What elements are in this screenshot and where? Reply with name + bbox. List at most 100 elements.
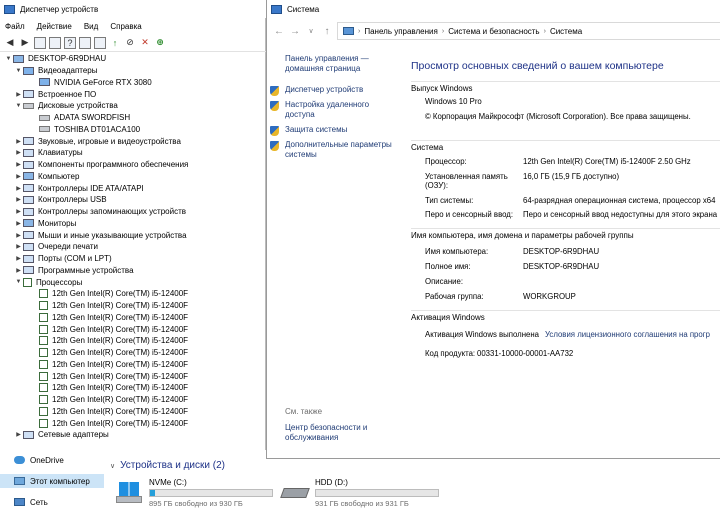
tree-item[interactable]: ADATA SWORDFISH: [0, 112, 266, 124]
tree-item[interactable]: ▼ Дисковые устройства: [0, 100, 266, 112]
menu-file[interactable]: Файл: [5, 22, 25, 31]
disable-device-icon[interactable]: ⊘: [124, 37, 136, 49]
chevron-down-icon[interactable]: ▼: [4, 56, 13, 62]
forward-arrow-icon[interactable]: →: [289, 26, 301, 37]
tree-item[interactable]: ▼ Процессоры: [0, 276, 266, 288]
breadcrumb-control-panel[interactable]: Панель управления: [364, 27, 438, 36]
tree-item[interactable]: 12th Gen Intel(R) Core(TM) i5-12400F: [0, 359, 266, 371]
chevron-down-icon[interactable]: ∨: [305, 27, 317, 35]
uninstall-device-icon[interactable]: ✕: [139, 37, 151, 49]
back-arrow-icon[interactable]: ◀: [4, 37, 16, 49]
add-hardware-icon[interactable]: ⊕: [154, 37, 166, 49]
tree-item[interactable]: ▶ Клавиатуры: [0, 147, 266, 159]
show-hide-tree-icon[interactable]: [34, 36, 46, 49]
processor-icon: [39, 336, 48, 346]
tree-item[interactable]: NVIDIA GeForce RTX 3080: [0, 77, 266, 89]
chevron-down-icon: ∨: [110, 462, 116, 470]
menu-view[interactable]: Вид: [84, 22, 98, 31]
tree-item[interactable]: TOSHIBA DT01ACA100: [0, 124, 266, 136]
link-security-center[interactable]: Центр безопасности и обслуживания: [285, 423, 397, 443]
breadcrumb[interactable]: › Панель управления › Система и безопасн…: [337, 22, 720, 40]
chevron-down-icon[interactable]: ▼: [14, 103, 23, 109]
chevron-right-icon[interactable]: ▶: [14, 431, 23, 438]
drive-c[interactable]: NVMe (C:) 895 ГБ свободно из 930 ГБ: [116, 478, 276, 510]
chevron-right-icon[interactable]: ▶: [14, 91, 23, 98]
tree-item[interactable]: ▶ Контроллеры запоминающих устройств: [0, 206, 266, 218]
tree-item[interactable]: ▼ DESKTOP-6R9DHAU: [0, 53, 266, 65]
scan-hardware-icon[interactable]: [94, 36, 106, 49]
tree-item-label: 12th Gen Intel(R) Core(TM) i5-12400F: [52, 324, 189, 334]
tree-item[interactable]: 12th Gen Intel(R) Core(TM) i5-12400F: [0, 300, 266, 312]
chevron-right-icon[interactable]: ▶: [14, 173, 23, 180]
breadcrumb-security[interactable]: Система и безопасность: [448, 27, 539, 36]
tree-item[interactable]: ▶ Программные устройства: [0, 265, 266, 277]
tree-item[interactable]: 12th Gen Intel(R) Core(TM) i5-12400F: [0, 288, 266, 300]
tree-item[interactable]: ▶ Компоненты программного обеспечения: [0, 159, 266, 171]
disk-icon: [23, 102, 34, 109]
window-title: Диспетчер устройств: [20, 4, 99, 14]
breadcrumb-system[interactable]: Система: [550, 27, 582, 36]
chevron-right-icon[interactable]: ▶: [14, 149, 23, 156]
up-arrow-icon[interactable]: ↑: [321, 26, 333, 37]
tree-item-label: 12th Gen Intel(R) Core(TM) i5-12400F: [52, 312, 189, 322]
tree-item[interactable]: ▶ Контроллеры USB: [0, 194, 266, 206]
tree-item[interactable]: ▶ Звуковые, игровые и видеоустройства: [0, 135, 266, 147]
link-system-protection[interactable]: Защита системы: [270, 125, 397, 136]
chevron-right-icon[interactable]: ▶: [14, 243, 23, 250]
help-icon[interactable]: ?: [64, 36, 76, 49]
chevron-right-icon[interactable]: ▶: [14, 220, 23, 227]
properties-icon[interactable]: [49, 36, 61, 49]
chevron-right-icon[interactable]: ▶: [14, 232, 23, 239]
nav-onedrive[interactable]: OneDrive: [0, 453, 104, 467]
link-device-manager[interactable]: Диспетчер устройств: [270, 85, 397, 96]
license-terms-link[interactable]: Условия лицензионного соглашения на прог…: [545, 330, 710, 339]
devices-header[interactable]: ∨ Устройства и диски (2): [110, 460, 225, 471]
chevron-right-icon[interactable]: ▶: [14, 255, 23, 262]
tree-item[interactable]: 12th Gen Intel(R) Core(TM) i5-12400F: [0, 347, 266, 359]
tree-item[interactable]: ▼ Видеоадаптеры: [0, 65, 266, 77]
display-adapter-icon: [39, 78, 50, 87]
forward-arrow-icon[interactable]: ▶: [19, 37, 31, 49]
drive-d[interactable]: HDD (D:) 931 ГБ свободно из 931 ГБ: [280, 478, 442, 510]
computer-icon: [23, 219, 34, 228]
back-arrow-icon[interactable]: ←: [273, 26, 285, 37]
menu-action[interactable]: Действие: [37, 22, 72, 31]
tree-item[interactable]: 12th Gen Intel(R) Core(TM) i5-12400F: [0, 312, 266, 324]
tree-item[interactable]: ▶ Компьютер: [0, 171, 266, 183]
tree-item[interactable]: ▶ Мыши и иные указывающие устройства: [0, 229, 266, 241]
tree-item[interactable]: ▶ Контроллеры IDE ATA/ATAPI: [0, 182, 266, 194]
chevron-right-icon[interactable]: ▶: [14, 208, 23, 215]
link-advanced-settings[interactable]: Дополнительные параметры системы: [270, 140, 397, 160]
nav-this-pc[interactable]: Этот компьютер: [0, 474, 104, 488]
chevron-right-icon[interactable]: ▶: [14, 185, 23, 192]
tree-item[interactable]: 12th Gen Intel(R) Core(TM) i5-12400F: [0, 370, 266, 382]
tree-item-label: Программные устройства: [38, 265, 134, 275]
chevron-down-icon[interactable]: ▼: [14, 279, 23, 285]
tree-item[interactable]: 12th Gen Intel(R) Core(TM) i5-12400F: [0, 382, 266, 394]
menu-help[interactable]: Справка: [110, 22, 141, 31]
chevron-right-icon[interactable]: ▶: [14, 138, 23, 145]
tree-item[interactable]: ▶ Порты (COM и LPT): [0, 253, 266, 265]
tree-item[interactable]: 12th Gen Intel(R) Core(TM) i5-12400F: [0, 323, 266, 335]
tree-item-label: TOSHIBA DT01ACA100: [54, 124, 141, 134]
chevron-right-icon[interactable]: ▶: [14, 161, 23, 168]
view-icon[interactable]: [79, 36, 91, 49]
link-control-panel-home[interactable]: Панель управления — домашняя страница: [285, 54, 397, 74]
update-driver-icon[interactable]: ↑: [109, 37, 121, 49]
link-remote-access[interactable]: Настройка удаленного доступа: [270, 100, 397, 120]
chevron-right-icon[interactable]: ▶: [14, 196, 23, 203]
nav-network[interactable]: Сеть: [0, 495, 104, 509]
tree-item[interactable]: 12th Gen Intel(R) Core(TM) i5-12400F: [0, 417, 266, 429]
tree-item[interactable]: ▶ Очереди печати: [0, 241, 266, 253]
device-manager-window: Диспетчер устройств Файл Действие Вид Сп…: [0, 0, 266, 450]
tree-item[interactable]: ▶ Мониторы: [0, 218, 266, 230]
tree-item-label: NVIDIA GeForce RTX 3080: [54, 77, 152, 87]
tree-item[interactable]: ▶ Встроенное ПО: [0, 88, 266, 100]
tree-item[interactable]: 12th Gen Intel(R) Core(TM) i5-12400F: [0, 394, 266, 406]
tree-item[interactable]: 12th Gen Intel(R) Core(TM) i5-12400F: [0, 335, 266, 347]
chevron-right-icon[interactable]: ▶: [14, 267, 23, 274]
chevron-down-icon[interactable]: ▼: [14, 68, 23, 74]
tree-item[interactable]: 12th Gen Intel(R) Core(TM) i5-12400F: [0, 406, 266, 418]
tree-item-label: Компьютер: [38, 171, 80, 181]
tree-item[interactable]: ▶ Сетевые адаптеры: [0, 429, 266, 441]
